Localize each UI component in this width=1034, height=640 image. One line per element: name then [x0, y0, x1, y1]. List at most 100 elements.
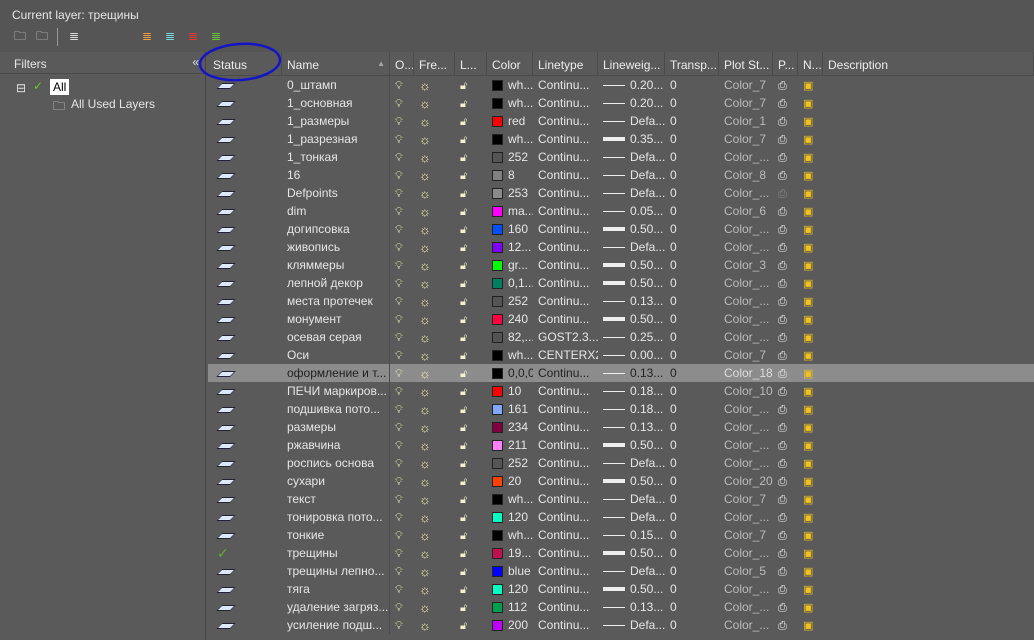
- lineweight-cell[interactable]: 0.18...: [598, 402, 665, 416]
- lineweight-cell[interactable]: 0.50...: [598, 438, 665, 452]
- table-row[interactable]: ПЕЧИ маркиров... 💡︎ ☼ 🔓︎ 10 Continu... 0.18...…: [208, 382, 1034, 400]
- status-cell[interactable]: [208, 168, 282, 182]
- lineweight-cell[interactable]: 0.50...: [598, 546, 665, 560]
- plot-style-cell[interactable]: Color_...: [719, 546, 773, 560]
- lock-toggle[interactable]: 🔓︎: [455, 402, 487, 417]
- linetype-cell[interactable]: Continu...: [533, 294, 598, 308]
- linetype-cell[interactable]: Continu...: [533, 240, 598, 254]
- lock-toggle[interactable]: 🔓︎: [455, 492, 487, 507]
- linetype-cell[interactable]: Continu...: [533, 96, 598, 110]
- transparency-cell[interactable]: 0: [665, 168, 719, 182]
- color-cell[interactable]: 200: [487, 618, 533, 632]
- plot-toggle[interactable]: ⎙: [773, 240, 798, 255]
- lock-toggle[interactable]: 🔓︎: [455, 168, 487, 183]
- new-vp-freeze-toggle[interactable]: ▣: [798, 240, 823, 254]
- lock-toggle[interactable]: 🔓︎: [455, 150, 487, 165]
- color-cell[interactable]: 82,...: [487, 330, 533, 344]
- plot-style-cell[interactable]: Color_7: [719, 96, 773, 110]
- table-row[interactable]: Оси 💡︎ ☼ 🔓︎ wh... CENTERX2 0.00... 0 Color_7 ⎙ ▣: [208, 346, 1034, 364]
- lock-toggle[interactable]: 🔓︎: [455, 114, 487, 129]
- freeze-toggle[interactable]: ☼: [414, 546, 455, 561]
- status-cell[interactable]: [208, 240, 282, 254]
- table-row[interactable]: кляммеры 💡︎ ☼ 🔓︎ gr... Continu... 0.50... 0 Colo…: [208, 256, 1034, 274]
- plot-style-cell[interactable]: Color_18: [719, 366, 773, 380]
- layer-name[interactable]: 1_разрезная: [282, 130, 390, 148]
- plot-style-cell[interactable]: Color_7: [719, 492, 773, 506]
- on-toggle[interactable]: 💡︎: [390, 384, 414, 399]
- color-cell[interactable]: blue: [487, 564, 533, 578]
- new-vp-freeze-toggle[interactable]: ▣: [798, 366, 823, 380]
- new-layer-icon[interactable]: ≣: [139, 28, 155, 44]
- freeze-toggle[interactable]: ☼: [414, 510, 455, 525]
- layer-name[interactable]: dim: [282, 202, 390, 220]
- lock-toggle[interactable]: 🔓︎: [455, 276, 487, 291]
- on-toggle[interactable]: 💡︎: [390, 330, 414, 345]
- table-row[interactable]: 1_разрезная 💡︎ ☼ 🔓︎ wh... Continu... 0.35... 0 C…: [208, 130, 1034, 148]
- plot-toggle[interactable]: ⎙: [773, 186, 798, 201]
- new-vp-freeze-toggle[interactable]: ▣: [798, 204, 823, 218]
- freeze-toggle[interactable]: ☼: [414, 384, 455, 399]
- on-toggle[interactable]: 💡︎: [390, 420, 414, 435]
- transparency-cell[interactable]: 0: [665, 366, 719, 380]
- layer-name[interactable]: усиление подш...: [282, 616, 390, 634]
- freeze-toggle[interactable]: ☼: [414, 564, 455, 579]
- on-toggle[interactable]: 💡︎: [390, 564, 414, 579]
- lineweight-cell[interactable]: 0.50...: [598, 582, 665, 596]
- new-property-filter-icon[interactable]: 🗀: [12, 28, 28, 44]
- column-header-on[interactable]: O...: [390, 52, 414, 75]
- color-cell[interactable]: 211: [487, 438, 533, 452]
- transparency-cell[interactable]: 0: [665, 600, 719, 614]
- color-cell[interactable]: 20: [487, 474, 533, 488]
- linetype-cell[interactable]: Continu...: [533, 168, 598, 182]
- on-toggle[interactable]: 💡︎: [390, 492, 414, 507]
- layer-name[interactable]: 1_размеры: [282, 112, 390, 130]
- freeze-toggle[interactable]: ☼: [414, 96, 455, 111]
- status-cell[interactable]: [208, 402, 282, 416]
- new-vp-freeze-toggle[interactable]: ▣: [798, 402, 823, 416]
- transparency-cell[interactable]: 0: [665, 474, 719, 488]
- plot-toggle[interactable]: ⎙: [773, 78, 798, 93]
- linetype-cell[interactable]: Continu...: [533, 618, 598, 632]
- layer-name[interactable]: ПЕЧИ маркиров...: [282, 382, 390, 400]
- layer-name[interactable]: осевая серая: [282, 328, 390, 346]
- transparency-cell[interactable]: 0: [665, 438, 719, 452]
- new-vp-freeze-toggle[interactable]: ▣: [798, 276, 823, 290]
- freeze-toggle[interactable]: ☼: [414, 402, 455, 417]
- column-header-description[interactable]: Description: [823, 52, 1034, 75]
- lineweight-cell[interactable]: 0.35...: [598, 132, 665, 146]
- on-toggle[interactable]: 💡︎: [390, 312, 414, 327]
- layer-name[interactable]: места протечек: [282, 292, 390, 310]
- linetype-cell[interactable]: Continu...: [533, 456, 598, 470]
- color-cell[interactable]: 240: [487, 312, 533, 326]
- new-vp-freeze-toggle[interactable]: ▣: [798, 492, 823, 506]
- status-cell[interactable]: [208, 312, 282, 326]
- plot-toggle[interactable]: ⎙: [773, 564, 798, 579]
- table-row[interactable]: подшивка пото... 💡︎ ☼ 🔓︎ 161 Continu... 0.18..…: [208, 400, 1034, 418]
- plot-toggle[interactable]: ⎙: [773, 510, 798, 525]
- status-cell[interactable]: [208, 510, 282, 524]
- on-toggle[interactable]: 💡︎: [390, 582, 414, 597]
- plot-style-cell[interactable]: Color_7: [719, 528, 773, 542]
- plot-style-cell[interactable]: Color_7: [719, 132, 773, 146]
- color-cell[interactable]: wh...: [487, 528, 533, 542]
- status-cell[interactable]: [208, 132, 282, 146]
- color-cell[interactable]: 0,0,0: [487, 366, 533, 380]
- column-header-plot-style[interactable]: Plot St...: [719, 52, 773, 75]
- status-cell[interactable]: [208, 474, 282, 488]
- layer-name[interactable]: монумент: [282, 310, 390, 328]
- lock-toggle[interactable]: 🔓︎: [455, 330, 487, 345]
- delete-layer-icon[interactable]: ≣: [185, 28, 201, 44]
- lineweight-cell[interactable]: 0.05...: [598, 204, 665, 218]
- new-vp-freeze-toggle[interactable]: ▣: [798, 150, 823, 164]
- plot-toggle[interactable]: ⎙: [773, 492, 798, 507]
- transparency-cell[interactable]: 0: [665, 618, 719, 632]
- set-current-icon[interactable]: ≣: [208, 28, 224, 44]
- lineweight-cell[interactable]: Defa...: [598, 618, 665, 632]
- color-cell[interactable]: wh...: [487, 348, 533, 362]
- freeze-toggle[interactable]: ☼: [414, 582, 455, 597]
- lineweight-cell[interactable]: 0.50...: [598, 258, 665, 272]
- lineweight-cell[interactable]: Defa...: [598, 150, 665, 164]
- status-cell[interactable]: [208, 78, 282, 92]
- lineweight-cell[interactable]: 0.18...: [598, 384, 665, 398]
- layer-name[interactable]: живопись: [282, 238, 390, 256]
